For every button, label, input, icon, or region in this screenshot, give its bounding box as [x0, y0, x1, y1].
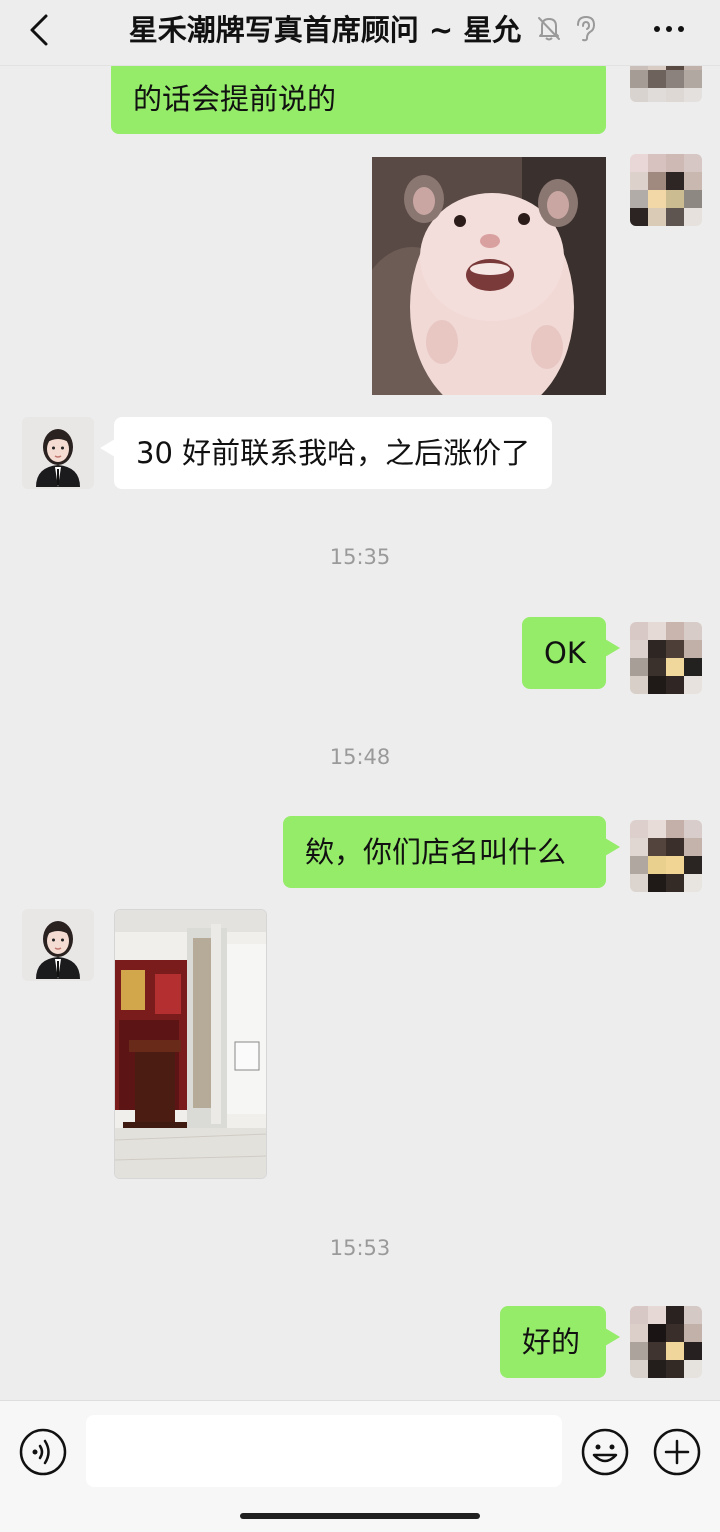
- message-text: 好的: [522, 1325, 581, 1359]
- message-bubble-partial[interactable]: 的话会提前说的: [111, 60, 606, 134]
- plus-icon: [653, 1428, 701, 1476]
- timestamp: 15:35: [329, 545, 391, 569]
- message-input[interactable]: [86, 1415, 562, 1487]
- more-actions-button[interactable]: [652, 1427, 702, 1477]
- chat-title: 星禾潮牌写真首席顾问 ~ 星允: [128, 13, 522, 47]
- my-avatar[interactable]: [630, 1306, 702, 1378]
- chat-area[interactable]: 的话会提前说的 30 好前联系我哈，之后涨价了 15:35 OK 15:48 欸…: [0, 0, 720, 1400]
- message-bubble[interactable]: OK: [522, 617, 620, 689]
- my-avatar[interactable]: [630, 820, 702, 892]
- mute-bell-icon: [536, 14, 562, 42]
- chat-header: 星禾潮牌写真首席顾问 ~ 星允: [0, 0, 720, 66]
- message-text: 30 好前联系我哈，之后涨价了: [136, 436, 531, 470]
- message-bubble[interactable]: 好的: [500, 1306, 620, 1378]
- studio-entrance-photo[interactable]: [114, 909, 267, 1179]
- contact-avatar[interactable]: [22, 909, 94, 981]
- timestamp: 15:53: [329, 1236, 391, 1260]
- message-bubble[interactable]: 欸，你们店名叫什么: [283, 816, 620, 888]
- input-bar: [0, 1400, 720, 1532]
- message-text: 的话会提前说的: [133, 82, 337, 116]
- voice-input-button[interactable]: [18, 1427, 68, 1477]
- my-avatar[interactable]: [630, 154, 702, 226]
- emoji-button[interactable]: [580, 1427, 630, 1477]
- contact-avatar[interactable]: [22, 417, 94, 489]
- ear-icon: [572, 14, 598, 42]
- more-dots-icon: [654, 26, 684, 32]
- message-bubble[interactable]: 30 好前联系我哈，之后涨价了: [99, 417, 553, 489]
- chevron-left-icon: [30, 14, 48, 46]
- hamster-sticker-image[interactable]: [372, 157, 606, 395]
- message-text: 欸，你们店名叫什么: [305, 835, 567, 869]
- my-avatar[interactable]: [630, 622, 702, 694]
- smiley-icon: [581, 1428, 629, 1476]
- back-button[interactable]: [18, 8, 64, 54]
- timestamp: 15:48: [329, 745, 391, 769]
- message-text: OK: [544, 636, 586, 670]
- home-indicator: [240, 1513, 480, 1519]
- more-options-button[interactable]: [646, 12, 692, 46]
- voice-wave-icon: [19, 1428, 67, 1476]
